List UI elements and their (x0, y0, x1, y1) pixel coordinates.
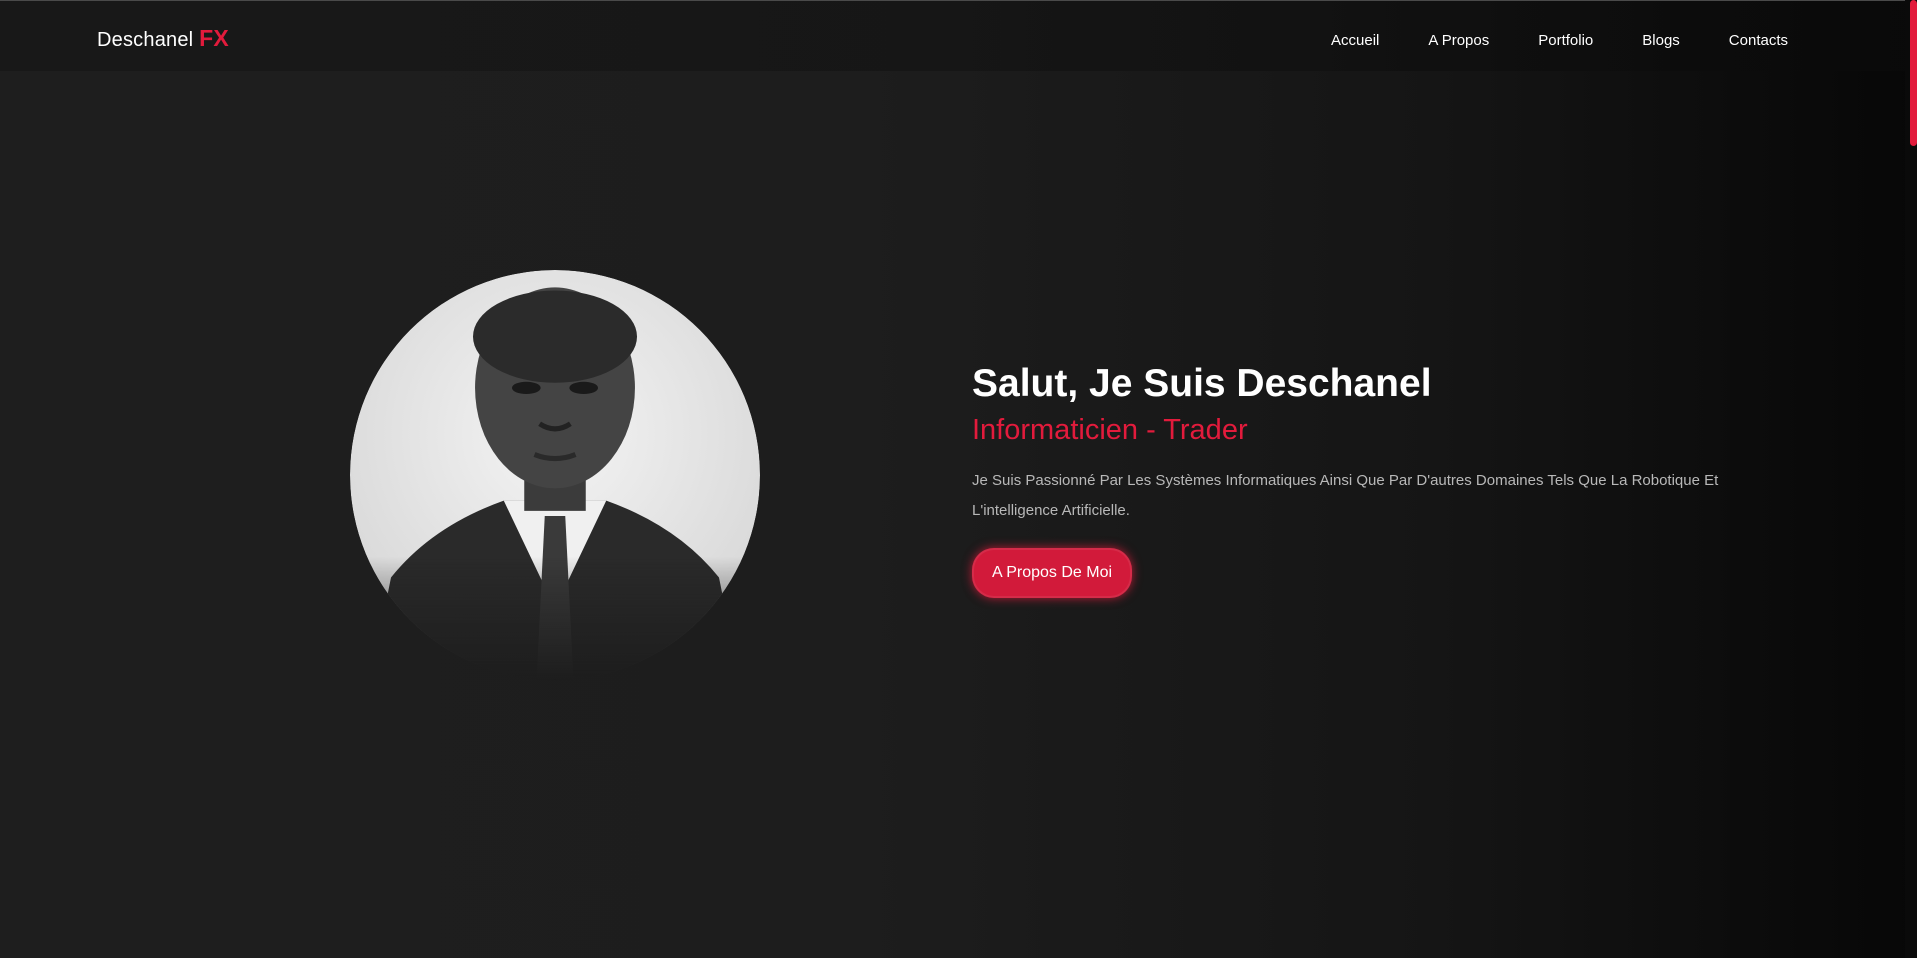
scrollbar[interactable] (1905, 0, 1917, 958)
hero-section: Salut, Je Suis Deschanel Informaticien -… (972, 358, 1772, 598)
main-nav: Accueil A Propos Portfolio Blogs Contact… (1282, 32, 1788, 49)
hero-title: Salut, Je Suis Deschanel (972, 362, 1432, 405)
about-me-button[interactable]: A Propos De Moi (972, 548, 1133, 598)
nav-item-blogs[interactable]: Blogs (1642, 32, 1680, 49)
logo-name: Deschanel (97, 29, 194, 51)
profile-photo (350, 270, 760, 680)
hero-subtitle: Informaticien - Trader (972, 414, 1248, 446)
hero-description: Je Suis Passionné Par Les Systèmes Infor… (972, 472, 1719, 519)
scrollbar-thumb[interactable] (1910, 0, 1917, 146)
profile-photo-image (350, 270, 760, 680)
nav-item-portfolio[interactable]: Portfolio (1538, 32, 1593, 49)
nav-item-accueil[interactable]: Accueil (1331, 32, 1379, 49)
site-logo[interactable]: Deschanel FX (97, 25, 229, 52)
logo-accent: FX (199, 25, 229, 51)
nav-item-contacts[interactable]: Contacts (1729, 32, 1788, 49)
navbar: Deschanel FX Accueil A Propos Portfolio … (0, 1, 1905, 71)
nav-item-a-propos[interactable]: A Propos (1428, 32, 1489, 49)
